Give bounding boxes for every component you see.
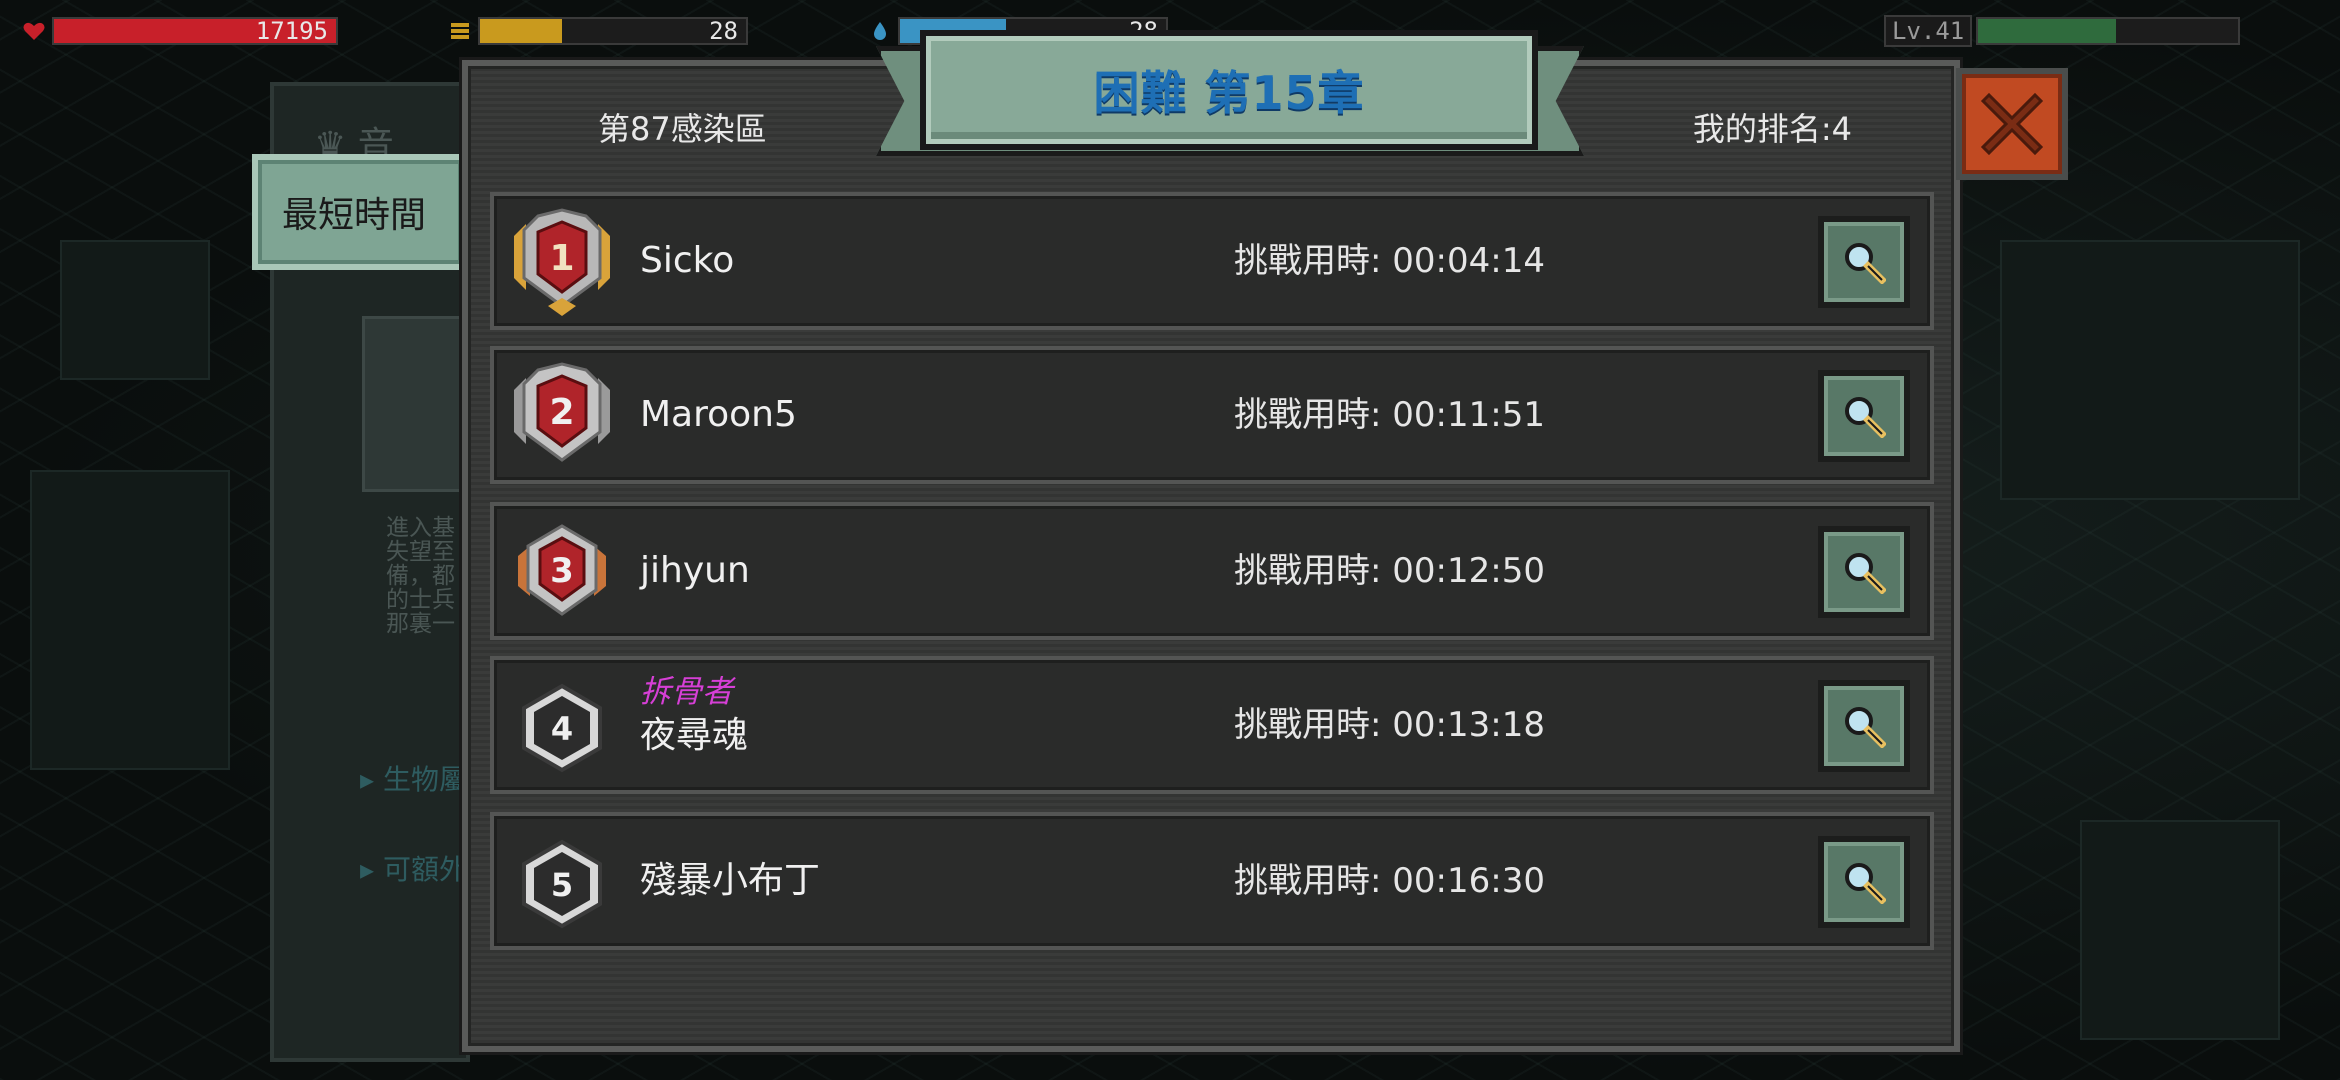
- view-player-button[interactable]: [1818, 370, 1910, 462]
- view-player-button[interactable]: [1818, 836, 1910, 928]
- silver-rank-badge: 2: [514, 362, 610, 462]
- chapter-thumbnail: [362, 316, 462, 492]
- level-hud: Lv.41: [1884, 14, 2241, 48]
- magnifier-icon: [1845, 863, 1886, 904]
- hp-bar: 17195: [52, 17, 338, 45]
- player-name: jihyun: [640, 550, 750, 591]
- desc-line: 備，都: [386, 563, 455, 589]
- bg-structure: [60, 240, 210, 380]
- magnifier-icon: [1845, 397, 1886, 438]
- magnifier-icon: [1845, 243, 1886, 284]
- desc-line: 進入基: [386, 515, 455, 541]
- level-label: Lv.41: [1884, 15, 1973, 47]
- link-bio-label: 生物屬: [382, 763, 467, 796]
- bg-structure: [30, 470, 230, 770]
- challenge-time: 挑戰用時: 00:04:14: [1234, 241, 1545, 281]
- xp-bar: [1976, 17, 2241, 45]
- player-name: Maroon5: [640, 394, 797, 435]
- rank-number: 2: [549, 392, 574, 433]
- challenge-time: 挑戰用時: 00:12:50: [1234, 551, 1545, 591]
- page-title: 困難 第15章: [1093, 66, 1365, 120]
- player-name: Sicko: [640, 240, 735, 281]
- link-extra: ▸ 可額外: [360, 853, 467, 886]
- leaderboard-row: 3 jihyun 挑戰用時: 00:12:50: [490, 502, 1934, 640]
- hp-value: 17195: [255, 17, 328, 45]
- desc-line: 那裏一: [386, 611, 455, 637]
- gold-rank-badge: 1: [514, 208, 610, 316]
- coins-bar: 28: [478, 17, 748, 45]
- plain-rank-badge: 4: [522, 683, 602, 773]
- water-drop-icon: [874, 22, 886, 40]
- chapter-description: 進入基 失望至 備，都 的士兵 那裏一: [386, 516, 455, 636]
- title-banner: 困難 第15章: [920, 30, 1538, 150]
- view-player-button[interactable]: [1818, 680, 1910, 772]
- challenge-time: 挑戰用時: 00:13:18: [1234, 705, 1545, 745]
- view-player-button[interactable]: [1818, 216, 1910, 308]
- plain-rank-badge: 5: [522, 839, 602, 929]
- player-name: 夜尋魂: [640, 715, 749, 756]
- view-player-button[interactable]: [1818, 526, 1910, 618]
- magnifier-icon: [1845, 707, 1886, 748]
- hp-hud: 17195: [22, 14, 338, 48]
- desc-line: 的士兵: [386, 587, 455, 613]
- bronze-rank-badge: 3: [518, 524, 606, 616]
- coins-value: 28: [709, 17, 738, 45]
- leaderboard-row: 2 Maroon5 挑戰用時: 00:11:51: [490, 346, 1934, 484]
- leaderboard-row: 4 拆骨者 夜尋魂 挑戰用時: 00:13:18: [490, 656, 1934, 794]
- bg-structure: [2080, 820, 2280, 1040]
- zone-label: 第87感染區: [598, 110, 767, 148]
- leaderboard-row: 5 殘暴小布丁 挑戰用時: 00:16:30: [490, 812, 1934, 950]
- player-name: 殘暴小布丁: [640, 860, 821, 901]
- xp-bar-fill: [1978, 19, 2117, 43]
- rank-number: 4: [551, 710, 573, 748]
- coins-hud: 28: [448, 14, 748, 48]
- magnifier-icon: [1845, 553, 1886, 594]
- close-button[interactable]: [1956, 68, 2068, 180]
- challenge-time: 挑戰用時: 00:11:51: [1234, 395, 1545, 435]
- bg-structure: [2000, 240, 2300, 500]
- leaderboard-row: 1 Sicko 挑戰用時: 00:04:14: [490, 192, 1934, 330]
- tab-shortest-time[interactable]: 最短時間: [252, 154, 468, 270]
- heart-icon: [23, 22, 45, 40]
- rank-number: 3: [550, 551, 574, 591]
- rank-number: 1: [549, 238, 574, 279]
- link-bio: ▸ 生物屬: [360, 763, 467, 796]
- desc-line: 失望至: [386, 539, 455, 565]
- link-extra-label: 可額外: [382, 853, 467, 886]
- tab-shortest-time-label: 最短時間: [282, 195, 427, 236]
- my-rank-label: 我的排名:4: [1692, 110, 1852, 148]
- coin-stack-icon: [451, 23, 469, 39]
- rank-number: 5: [551, 866, 573, 904]
- challenge-time: 挑戰用時: 00:16:30: [1234, 861, 1545, 901]
- close-x-icon: [1980, 92, 2044, 156]
- coins-bar-fill: [480, 19, 563, 43]
